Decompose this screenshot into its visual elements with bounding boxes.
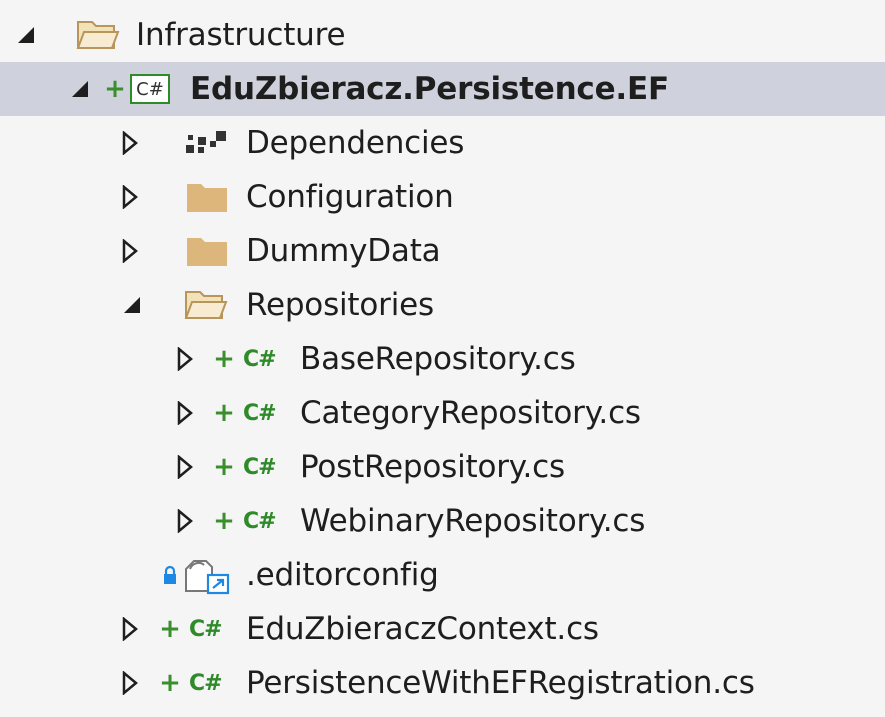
collapsed-arrow-icon[interactable] [122,224,138,278]
tree-item-label: .editorconfig [246,557,439,593]
tree-item-label: PersistenceWithEFRegistration.cs [246,665,755,701]
added-plus-icon: + [213,344,235,374]
added-plus-icon: + [213,452,235,482]
tree-item-label: DummyData [246,233,441,269]
added-plus-icon: + [213,506,235,536]
added-plus-icon: + [213,398,235,428]
tree-item-file[interactable]: + C# EduZbieraczContext.cs [0,602,885,656]
folder-open-icon [76,8,120,62]
tree-item-label: PostRepository.cs [300,449,565,485]
collapsed-arrow-icon[interactable] [122,656,138,710]
collapsed-arrow-icon[interactable] [122,116,138,170]
tree-item-project[interactable]: + C# EduZbieracz.Persistence.EF [0,62,885,116]
tree-item-label: Repositories [246,287,434,323]
tree-item-file[interactable]: + C# BaseRepository.cs [0,332,885,386]
folder-icon [186,224,228,278]
csharp-file-icon: C# [243,400,277,426]
collapsed-arrow-icon[interactable] [177,386,193,440]
editorconfig-icon [182,548,232,602]
collapsed-arrow-icon[interactable] [177,332,193,386]
folder-open-icon [184,278,228,332]
tree-item-repositories[interactable]: Repositories [0,278,885,332]
tree-item-file[interactable]: + C# CategoryRepository.cs [0,386,885,440]
collapsed-arrow-icon[interactable] [177,440,193,494]
collapsed-arrow-icon[interactable] [122,602,138,656]
tree-item-dependencies[interactable]: Dependencies [0,116,885,170]
tree-item-file[interactable]: + C# PersistenceWithEFRegistration.cs [0,656,885,710]
folder-icon [186,170,228,224]
collapsed-arrow-icon[interactable] [122,170,138,224]
tree-item-file[interactable]: + C# WebinaryRepository.cs [0,494,885,548]
csharp-project-icon: C# [130,74,170,104]
tree-item-label: CategoryRepository.cs [300,395,641,431]
expanded-arrow-icon[interactable] [122,278,142,332]
collapsed-arrow-icon[interactable] [177,494,193,548]
tree-item-label: EduZbieraczContext.cs [246,611,599,647]
tree-item-label: Infrastructure [136,17,346,53]
added-plus-icon: + [104,74,126,104]
csharp-file-icon: C# [243,508,277,534]
tree-item-label: Dependencies [246,125,465,161]
added-plus-icon: + [159,614,181,644]
csharp-file-icon: C# [243,346,277,372]
csharp-file-icon: C# [243,454,277,480]
tree-item-label: Configuration [246,179,454,215]
tree-item-editorconfig[interactable]: .editorconfig [0,548,885,602]
tree-item-file[interactable]: + C# PostRepository.cs [0,440,885,494]
tree-item-dummydata[interactable]: DummyData [0,224,885,278]
tree-item-label: EduZbieracz.Persistence.EF [190,71,669,107]
tree-item-configuration[interactable]: Configuration [0,170,885,224]
tree-item-label: WebinaryRepository.cs [300,503,646,539]
tree-item-infrastructure[interactable]: Infrastructure [0,8,885,62]
expanded-arrow-icon[interactable] [70,62,90,116]
added-plus-icon: + [159,668,181,698]
lock-icon [162,548,178,602]
expanded-arrow-icon[interactable] [16,8,36,62]
csharp-file-icon: C# [189,670,223,696]
dependencies-icon [184,116,228,170]
csharp-file-icon: C# [189,616,223,642]
tree-item-label: BaseRepository.cs [300,341,576,377]
